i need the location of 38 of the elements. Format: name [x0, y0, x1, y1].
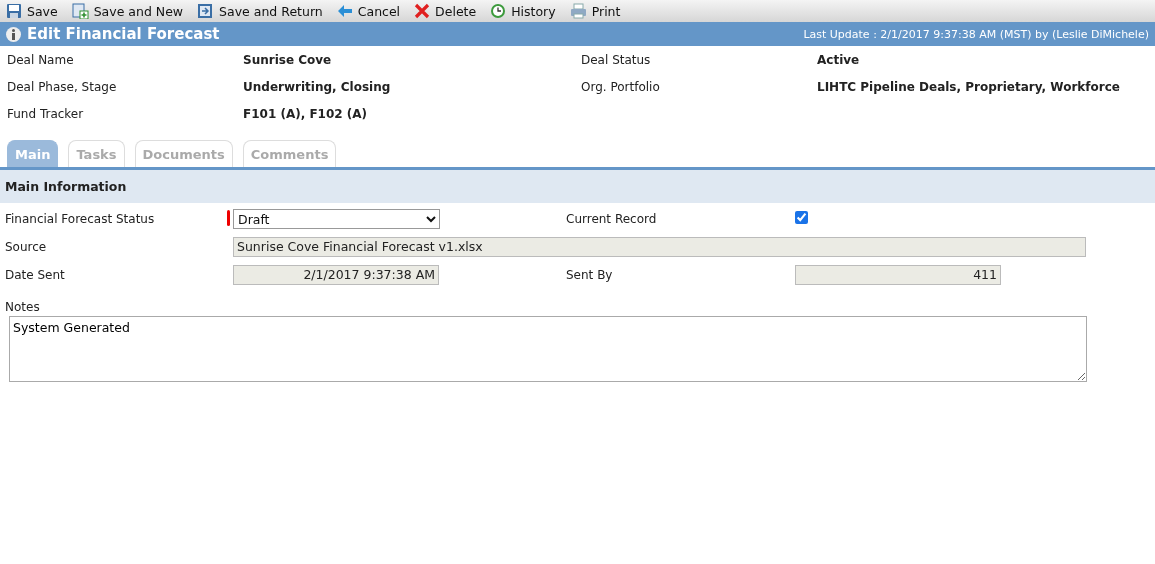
date-sent-field[interactable]: 2/1/2017 9:37:38 AM	[233, 265, 439, 285]
field-value: LIHTC Pipeline Deals, Proprietary, Workforce	[817, 79, 1121, 96]
last-update-text: Last Update : 2/1/2017 9:37:38 AM (MST) by (Leslie DiMichele)	[803, 27, 1149, 41]
section-header: Main Information	[0, 170, 1155, 203]
field-label: Notes	[5, 300, 40, 314]
field-label: Current Record	[566, 212, 658, 226]
field-value: F101 (A), F102 (A)	[243, 106, 369, 123]
field-label: Deal Phase, Stage	[7, 79, 118, 96]
document-plus-icon	[71, 3, 89, 19]
clock-icon	[490, 3, 507, 19]
toolbar-button[interactable]: Save	[4, 0, 60, 22]
toolbar-button[interactable]: Save and New	[69, 0, 186, 22]
toolbar-button[interactable]: Cancel	[334, 0, 403, 22]
field-value: Active	[817, 52, 861, 69]
x-mark-icon	[414, 3, 431, 19]
toolbar-button[interactable]: Print	[567, 0, 623, 22]
field-value: Sunrise Cove	[243, 52, 333, 69]
field-label: Fund Tracker	[7, 106, 85, 123]
field-value: Underwriting, Closing	[243, 79, 392, 96]
field-label: Financial Forecast Status	[5, 212, 156, 226]
field-label: Deal Name	[7, 52, 75, 69]
left-arrow-icon	[336, 4, 353, 18]
page-title: Edit Financial Forecast	[27, 25, 220, 43]
field-label: Date Sent	[5, 268, 66, 282]
status-dropdown[interactable]: Draft	[233, 209, 440, 229]
source-field[interactable]: Sunrise Cove Financial Forecast v1.xlsx	[233, 237, 1086, 257]
field-label: Deal Status	[581, 52, 652, 69]
field-label: Source	[5, 240, 48, 254]
info-icon	[6, 26, 21, 42]
notes-field[interactable]: System Generated	[9, 316, 1087, 382]
toolbar-button[interactable]: History	[488, 0, 558, 22]
toolbar-button[interactable]: Delete	[412, 0, 479, 22]
toolbar-button[interactable]: Save and Return	[195, 0, 325, 22]
field-label: Org. Portfolio	[581, 79, 661, 96]
current-record-checkbox[interactable]	[795, 211, 808, 224]
field-label: Sent By	[566, 268, 614, 282]
printer-icon	[569, 3, 587, 19]
sent-by-field[interactable]: 411	[795, 265, 1001, 285]
